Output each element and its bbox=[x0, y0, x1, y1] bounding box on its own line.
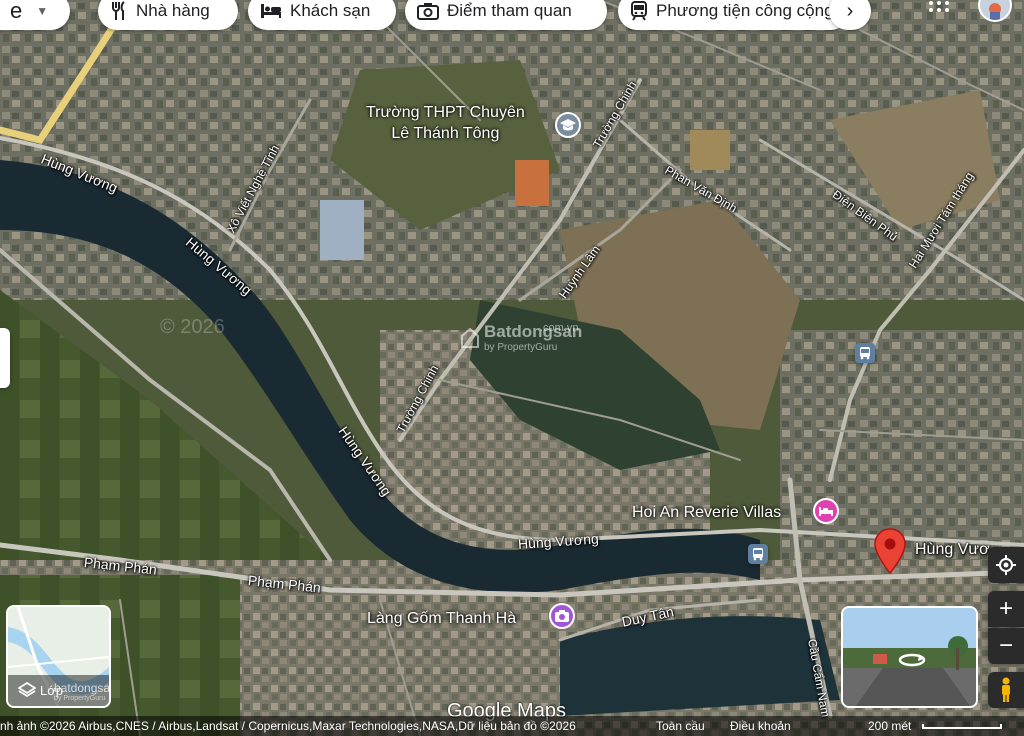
street-label: Hùng Vươ bbox=[915, 541, 990, 558]
plus-icon: + bbox=[998, 595, 1013, 622]
layers-icon bbox=[18, 681, 36, 698]
zoom-in-button[interactable]: + bbox=[988, 591, 1024, 627]
watermark: .com.vn Batdongsan by PropertyGuru bbox=[460, 322, 582, 353]
chip-attractions[interactable]: Điểm tham quan bbox=[405, 0, 607, 30]
hotel-icon bbox=[261, 4, 281, 18]
chip-label: Khách sạn bbox=[290, 1, 371, 20]
layers-label: Lớp bbox=[40, 682, 63, 698]
chevron-right-icon: › bbox=[846, 0, 854, 22]
poi-school-line2: Lê Thánh Tông bbox=[391, 125, 500, 142]
restaurant-icon bbox=[112, 1, 125, 20]
camera-icon bbox=[417, 3, 439, 20]
apps-grid-icon[interactable] bbox=[927, 0, 951, 12]
street-view-thumbnail[interactable] bbox=[841, 606, 978, 708]
pegman-button[interactable] bbox=[988, 672, 1024, 708]
layers-label-group: Lớp bbox=[18, 681, 63, 699]
chip-transit[interactable]: Phương tiện công cộng bbox=[618, 0, 850, 30]
chip-label: Điểm tham quan bbox=[447, 1, 572, 20]
terms-link[interactable]: Điều khoản bbox=[730, 716, 791, 736]
side-panel-toggle[interactable] bbox=[0, 328, 10, 388]
chip-hotels[interactable]: Khách sạn bbox=[248, 0, 396, 30]
pegman-icon bbox=[1002, 677, 1010, 702]
my-location-button[interactable] bbox=[988, 547, 1024, 583]
poi-label-villa[interactable]: Hoi An Reverie Villas bbox=[632, 502, 781, 523]
chip-restaurants[interactable]: Nhà hàng bbox=[98, 0, 238, 30]
search-box[interactable]: e ▼ bbox=[0, 0, 70, 30]
watermark-domain: .com.vn bbox=[540, 322, 579, 334]
chip-label: Phương tiện công cộng bbox=[656, 1, 834, 20]
rotate-360-icon bbox=[897, 650, 927, 668]
chevron-down-icon[interactable]: ▼ bbox=[36, 4, 48, 18]
watermark-copyright: © 2026 bbox=[160, 316, 225, 338]
transit-icon bbox=[631, 1, 647, 21]
crosshair-icon bbox=[996, 555, 1016, 575]
search-input[interactable]: e bbox=[10, 0, 22, 24]
camera-icon[interactable] bbox=[549, 603, 575, 629]
minus-icon: − bbox=[998, 632, 1013, 659]
watermark-logo-icon bbox=[461, 327, 479, 348]
location-pin-icon[interactable] bbox=[872, 527, 908, 575]
poi-label-school[interactable]: Trường THPT Chuyên Lê Thánh Tông bbox=[366, 102, 525, 144]
bus-stop-icon[interactable] bbox=[855, 343, 875, 363]
attribution-text: nh ảnh ©2026 Airbus,CNES / Airbus,Landsa… bbox=[0, 719, 576, 733]
poi-label-pottery[interactable]: Làng Gốm Thanh Hà bbox=[367, 608, 516, 629]
school-icon[interactable] bbox=[555, 112, 581, 138]
attribution-bar: nh ảnh ©2026 Airbus,CNES / Airbus,Landsa… bbox=[0, 716, 1024, 736]
bed-icon[interactable] bbox=[813, 498, 839, 524]
global-link[interactable]: Toàn cầu bbox=[656, 716, 705, 736]
zoom-out-button[interactable]: − bbox=[988, 628, 1024, 664]
scale-label[interactable]: 200 mét bbox=[868, 716, 911, 736]
bus-stop-icon[interactable] bbox=[748, 544, 768, 564]
layers-button[interactable]: batdongsan by PropertyGuru Lớp bbox=[6, 605, 111, 708]
scale-bar bbox=[922, 724, 1002, 729]
poi-school-line1: Trường THPT Chuyên bbox=[366, 104, 525, 121]
chip-label: Nhà hàng bbox=[136, 1, 210, 20]
